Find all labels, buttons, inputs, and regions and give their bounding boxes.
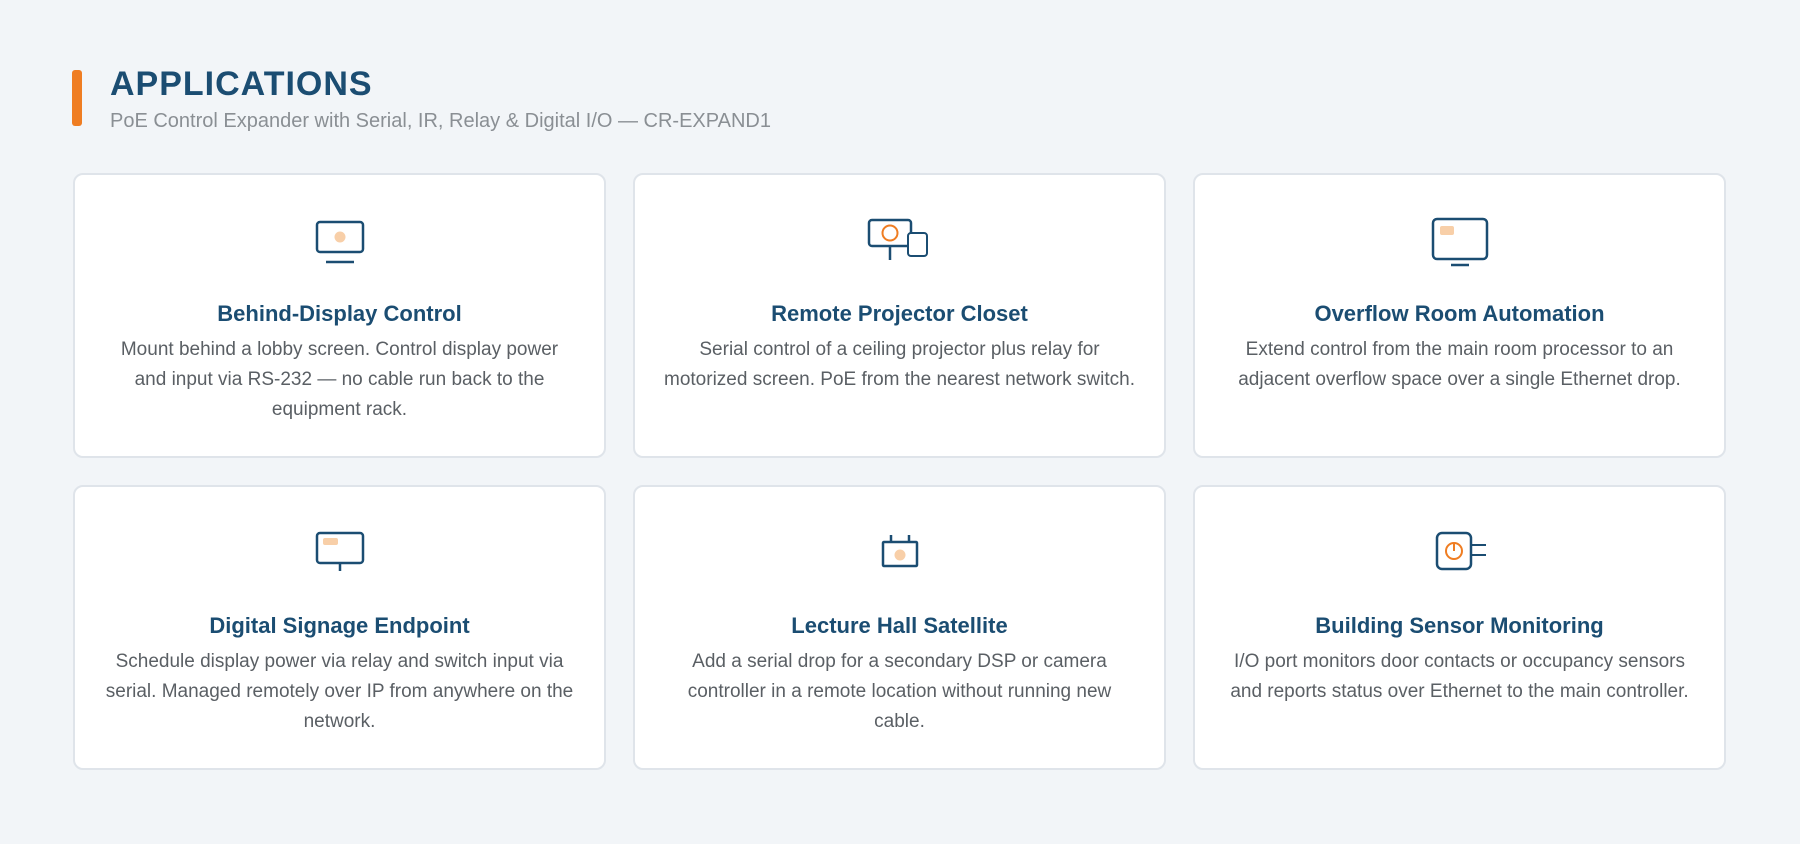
application-card: Behind-Display Control Mount behind a lo… [73, 173, 606, 458]
page-title: APPLICATIONS [110, 65, 373, 103]
monitor-icon [1431, 217, 1488, 267]
sensor-power-icon [1435, 531, 1486, 571]
card-description: I/O port monitors door contacts or occup… [1230, 651, 1689, 702]
card-title: Lecture Hall Satellite [791, 613, 1008, 638]
card-description: Serial control of a ceiling projector pl… [664, 339, 1135, 390]
card-title: Digital Signage Endpoint [209, 613, 470, 638]
application-card: Lecture Hall Satellite Add a serial drop… [633, 485, 1166, 770]
card-title: Building Sensor Monitoring [1315, 613, 1604, 638]
page-subtitle: PoE Control Expander with Serial, IR, Re… [110, 110, 771, 132]
signage-icon [315, 531, 364, 571]
application-card: Building Sensor Monitoring I/O port moni… [1193, 485, 1726, 770]
calendar-icon [881, 535, 918, 568]
card-description: Add a serial drop for a secondary DSP or… [687, 651, 1112, 732]
accent-bar [72, 70, 82, 126]
display-screen-icon [315, 220, 364, 264]
card-title: Remote Projector Closet [771, 301, 1028, 326]
card-description: Mount behind a lobby screen. Control dis… [120, 339, 559, 420]
card-title: Behind-Display Control [217, 301, 462, 326]
application-card: Remote Projector Closet Serial control o… [633, 173, 1166, 458]
projector-icon [867, 218, 928, 260]
application-card: Digital Signage Endpoint Schedule displa… [73, 485, 606, 770]
card-description: Extend control from the main room proces… [1238, 339, 1681, 390]
application-card: Overflow Room Automation Extend control … [1193, 173, 1726, 458]
card-title: Overflow Room Automation [1314, 301, 1605, 326]
applications-grid: Behind-Display Control Mount behind a lo… [73, 173, 1727, 770]
card-description: Schedule display power via relay and swi… [105, 651, 574, 732]
